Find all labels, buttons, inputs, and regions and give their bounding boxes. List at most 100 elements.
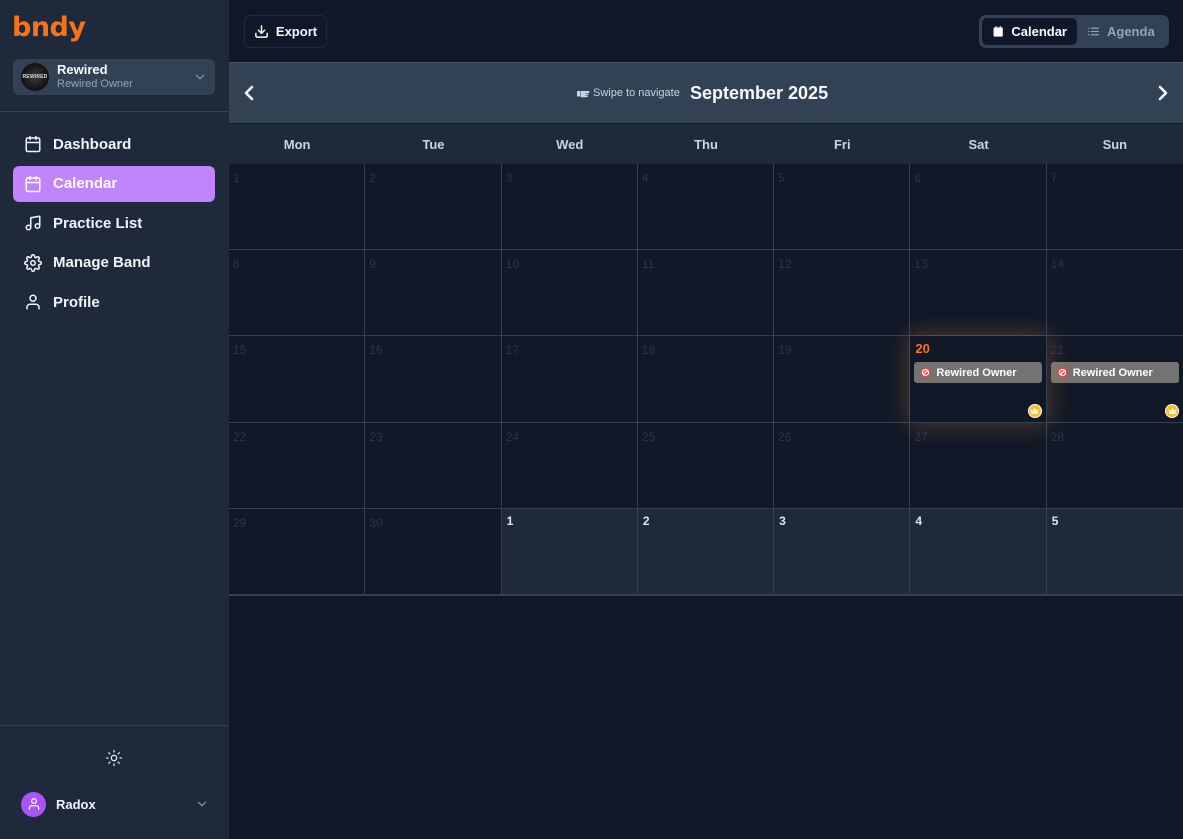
event-chip[interactable]: Rewired Owner (914, 362, 1042, 384)
day-number: 20 (915, 341, 930, 357)
toolbar: Export Calendar Agenda (229, 0, 1183, 62)
sidebar: bndy REWIRED Rewired Rewired Owner Dashb… (0, 0, 229, 839)
day-cell[interactable]: 23 (365, 422, 502, 509)
export-button[interactable]: Export (244, 15, 327, 48)
day-cell[interactable]: 19 (774, 336, 911, 423)
day-cell[interactable]: 1 (229, 164, 366, 251)
sidebar-divider (0, 111, 229, 112)
weekday-label: Sat (968, 136, 989, 152)
day-number: 24 (505, 429, 519, 444)
sidebar-item-practice-list[interactable]: Practice List (13, 205, 215, 241)
day-cell[interactable]: 4 (637, 164, 775, 251)
day-number: 19 (778, 343, 792, 358)
event-title: Rewired Owner (936, 366, 1017, 379)
weekday-label: Sun (1102, 136, 1128, 152)
day-number: 1 (233, 171, 240, 185)
chevron-left-icon[interactable] (237, 81, 261, 105)
day-cell[interactable]: 26 (774, 422, 911, 509)
day-number: 28 (1050, 429, 1065, 444)
day-cell-next-month[interactable]: 3 (774, 508, 911, 595)
day-number: 26 (778, 429, 792, 444)
day-cell[interactable]: 13 (910, 250, 1047, 337)
user-name: Radox (56, 796, 96, 812)
day-cell-next-month[interactable]: 2 (637, 508, 775, 595)
day-cell[interactable]: 7 (1046, 164, 1183, 251)
day-cell[interactable]: 24 (501, 422, 638, 509)
sidebar-item-label: Calendar (53, 175, 118, 192)
day-cell[interactable]: 16 (365, 336, 502, 423)
day-number: 5 (1051, 513, 1059, 528)
day-cell-next-month[interactable]: 5 (1046, 508, 1183, 595)
weekday-label: Thu (694, 136, 718, 152)
day-cell[interactable]: 8 (229, 250, 366, 337)
day-cell-next-month[interactable]: 1 (501, 508, 638, 595)
day-cell[interactable]: 3 (501, 164, 638, 251)
sidebar-item-calendar[interactable]: Calendar (13, 165, 215, 202)
sidebar-item-manage-band[interactable]: Manage Band (13, 245, 215, 281)
user-icon (26, 294, 40, 310)
sidebar-item-label: Dashboard (53, 135, 132, 153)
list-icon (1087, 27, 1100, 36)
sidebar-item-dashboard[interactable]: Dashboard (13, 126, 215, 162)
day-number: 10 (505, 257, 519, 272)
swipe-hint-text: Swipe to navigate (593, 87, 680, 99)
day-cell[interactable]: 5 (774, 164, 911, 251)
day-cell[interactable]: 21 Rewired Owner (1046, 336, 1183, 423)
chevron-down-icon (195, 74, 205, 80)
day-cell[interactable]: 6 (910, 164, 1047, 251)
day-number: 17 (505, 343, 519, 358)
chevron-right-icon[interactable] (1151, 81, 1175, 105)
day-cell[interactable]: 22 (229, 422, 366, 509)
unavailable-icon (920, 367, 931, 378)
day-cell[interactable]: 9 (365, 250, 502, 337)
unavailable-icon (1057, 367, 1068, 378)
avatar (21, 791, 46, 817)
day-cell[interactable]: 29 (229, 508, 366, 595)
day-cell[interactable]: 14 (1046, 250, 1183, 337)
band-avatar: REWIRED (21, 63, 49, 91)
day-cell-today[interactable]: 20 Rewired Owner (910, 336, 1047, 423)
calendar-view-button[interactable]: Calendar (982, 18, 1077, 45)
day-number: 1 (506, 513, 514, 528)
crown-icon (1165, 403, 1179, 418)
day-number: 30 (369, 515, 383, 530)
day-number: 5 (778, 171, 785, 185)
day-cell-next-month[interactable]: 4 (910, 508, 1047, 595)
sidebar-item-profile[interactable]: Profile (13, 284, 215, 320)
day-number: 9 (369, 257, 376, 272)
day-number: 22 (233, 429, 247, 444)
day-cell[interactable]: 10 (501, 250, 638, 337)
day-number: 8 (233, 257, 240, 272)
month-header: Swipe to navigate September 2025 (229, 62, 1183, 123)
day-number: 29 (233, 515, 247, 530)
band-selector[interactable]: REWIRED Rewired Rewired Owner (13, 59, 215, 95)
day-number: 18 (641, 343, 656, 358)
event-chip[interactable]: Rewired Owner (1050, 362, 1179, 384)
day-cell[interactable]: 17 (501, 336, 638, 423)
day-cell[interactable]: 15 (229, 336, 366, 423)
day-cell[interactable]: 12 (774, 250, 911, 337)
day-cell[interactable]: 11 (637, 250, 775, 337)
day-cell[interactable]: 30 (365, 508, 502, 595)
agenda-view-label: Agenda (1107, 24, 1155, 39)
weekday-label: Wed (556, 136, 584, 152)
app-root: bndy REWIRED Rewired Rewired Owner Dashb… (0, 0, 1183, 839)
user-icon (28, 798, 39, 810)
day-cell[interactable]: 18 (637, 336, 775, 423)
main-content: Export Calendar Agenda Swipe to navigate… (229, 0, 1183, 839)
day-number: 15 (233, 343, 247, 358)
day-cell[interactable]: 27 (910, 422, 1047, 509)
month-grid: 1 2 3 4 5 6 7 8 9 10 11 12 13 14 15 16 1… (229, 164, 1183, 596)
sidebar-item-label: Practice List (53, 214, 143, 232)
day-cell[interactable]: 25 (637, 422, 775, 509)
day-cell[interactable]: 2 (365, 164, 502, 251)
export-label: Export (275, 24, 318, 39)
swipe-hint: Swipe to navigate (577, 87, 680, 99)
user-menu[interactable]: Radox (21, 791, 209, 817)
sun-icon[interactable] (106, 750, 122, 766)
app-logo[interactable]: bndy (12, 12, 86, 43)
month-title: September 2025 (690, 83, 829, 103)
day-cell[interactable]: 28 (1046, 422, 1183, 509)
agenda-view-button[interactable]: Agenda (1077, 18, 1165, 45)
day-number: 7 (1050, 171, 1058, 185)
